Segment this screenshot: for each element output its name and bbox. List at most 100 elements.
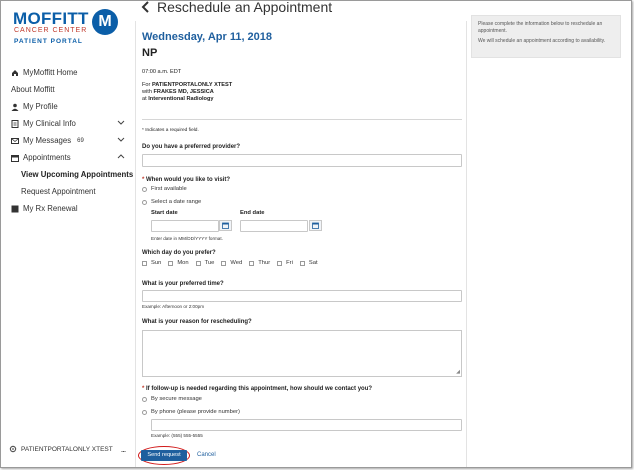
day-checkbox-fri[interactable]: Fri xyxy=(277,260,293,266)
chevron-down-icon[interactable] xyxy=(117,120,125,127)
day-checkbox-sun[interactable]: Sun xyxy=(142,260,161,266)
preferred-time-input[interactable] xyxy=(142,290,462,302)
sidebar-item-label: My Messages xyxy=(23,136,72,145)
date-format-hint: Enter date in MM/DD/YYYY format. xyxy=(151,236,223,241)
phone-example-hint: Example: (555) 555-5555 xyxy=(151,433,203,438)
day-checkbox-mon[interactable]: Mon xyxy=(168,260,189,266)
sidebar-item-messages[interactable]: My Messages 69 xyxy=(1,132,135,149)
envelope-icon xyxy=(11,137,19,145)
sidebar-item-request-appointment[interactable]: Request Appointment xyxy=(1,183,135,200)
reason-textarea[interactable]: ◢ xyxy=(142,330,462,377)
app-window: MOFFITT M CANCER CENTER PATIENT PORTAL M… xyxy=(0,0,632,468)
day-checkbox-tue[interactable]: Tue xyxy=(195,260,214,266)
radio-first-available[interactable]: First available xyxy=(142,186,187,192)
radio-label: By secure message xyxy=(151,396,202,402)
sidebar-item-label: Appointments xyxy=(23,153,71,162)
checkbox[interactable] xyxy=(168,260,174,266)
user-name: PATIENTPORTALONLY XTEST xyxy=(21,445,113,453)
day-checkbox-sat[interactable]: Sat xyxy=(299,260,318,266)
rx-icon xyxy=(11,205,19,213)
day-checkbox-thur[interactable]: Thur xyxy=(249,260,270,266)
page-title: Reschedule an Appointment xyxy=(157,0,333,15)
radio-button[interactable] xyxy=(142,409,147,415)
radio-button[interactable] xyxy=(142,199,147,205)
more-options-icon[interactable]: ... xyxy=(121,444,126,454)
sidebar-item-home[interactable]: MyMoffitt Home xyxy=(1,64,135,81)
radio-date-range[interactable]: Select a date range xyxy=(142,199,201,205)
calendar-icon[interactable] xyxy=(219,220,232,231)
logo-name: MOFFITT xyxy=(13,9,89,28)
sidebar: MOFFITT M CANCER CENTER PATIENT PORTAL M… xyxy=(1,1,135,467)
checkbox[interactable] xyxy=(142,260,147,266)
cancel-link[interactable]: Cancel xyxy=(197,452,216,458)
with-prefix: with xyxy=(142,89,154,95)
start-date-input[interactable] xyxy=(151,220,219,232)
resize-handle-icon[interactable]: ◢ xyxy=(456,370,460,375)
day-preference-label: Which day do you prefer? xyxy=(142,250,216,256)
radio-button[interactable] xyxy=(142,396,147,402)
back-arrow-icon[interactable] xyxy=(141,1,151,16)
sidebar-item-rx-renewal[interactable]: My Rx Renewal xyxy=(1,200,135,217)
sidebar-item-view-upcoming[interactable]: View Upcoming Appointments xyxy=(1,166,135,183)
sidebar-item-label: My Clinical Info xyxy=(23,119,76,128)
sidebar-item-label: My Rx Renewal xyxy=(23,204,78,213)
appointment-date: Wednesday, Apr 11, 2018 xyxy=(142,31,273,43)
logo-badge: M xyxy=(92,9,118,35)
day-label: Sat xyxy=(308,260,318,266)
message-count-badge: 69 xyxy=(77,137,84,144)
sidebar-item-label: Request Appointment xyxy=(21,187,96,196)
contact-label: * If follow-up is needed regarding this … xyxy=(142,386,372,392)
day-label: Wed xyxy=(230,260,243,266)
required-note: * Indicates a required field. xyxy=(142,128,199,133)
user-menu[interactable]: PATIENTPORTALONLY XTEST ... xyxy=(9,444,126,454)
sidebar-item-label: My Profile xyxy=(23,102,58,111)
sidebar-item-label: View Upcoming Appointments xyxy=(21,170,134,179)
moffitt-logo[interactable]: MOFFITT M CANCER CENTER PATIENT PORTAL xyxy=(13,9,123,47)
reason-label: What is your reason for rescheduling? xyxy=(142,319,252,325)
logo-subname: CANCER CENTER xyxy=(14,27,88,34)
user-icon xyxy=(11,103,19,111)
sidebar-item-about[interactable]: About Moffitt xyxy=(1,81,135,98)
sidebar-item-appointments[interactable]: Appointments xyxy=(1,149,135,166)
radio-by-phone[interactable]: By phone (please provide number) xyxy=(142,409,240,415)
checkbox[interactable] xyxy=(195,260,201,266)
checkbox[interactable] xyxy=(249,260,255,266)
info-line-1: Please complete the information below to… xyxy=(478,21,603,34)
logo-portal: PATIENT PORTAL xyxy=(14,38,83,45)
appointment-details: For PATIENTPORTALONLY XTEST with FRAKES … xyxy=(142,82,232,103)
calendar-icon[interactable] xyxy=(309,220,322,231)
patient-name: PATIENTPORTALONLY XTEST xyxy=(151,82,233,88)
day-checkbox-group: Sun Mon Tue Wed Thur Fri Sat xyxy=(142,260,325,266)
preferred-time-label: What is your preferred time? xyxy=(142,281,224,287)
radio-button[interactable] xyxy=(142,186,147,192)
start-date-label: Start date xyxy=(151,210,178,216)
checkbox[interactable] xyxy=(277,260,283,266)
checkbox[interactable] xyxy=(299,260,305,266)
day-label: Fri xyxy=(286,260,293,266)
radio-secure-message[interactable]: By secure message xyxy=(142,396,202,402)
day-label: Mon xyxy=(177,260,189,266)
sidebar-item-clinical-info[interactable]: My Clinical Info xyxy=(1,115,135,132)
time-example-hint: Example: Afternoon or 2:00pm xyxy=(142,304,205,309)
end-date-input[interactable] xyxy=(240,220,308,232)
chevron-down-icon[interactable] xyxy=(117,137,125,144)
location-name: Interventional Radiology xyxy=(148,96,214,102)
preferred-provider-label: Do you have a preferred provider? xyxy=(142,144,241,150)
day-checkbox-wed[interactable]: Wed xyxy=(221,260,242,266)
radio-label: By phone (please provide number) xyxy=(151,409,240,415)
preferred-provider-input[interactable] xyxy=(142,154,462,167)
clipboard-icon xyxy=(11,119,19,128)
sidebar-item-label: MyMoffitt Home xyxy=(23,68,78,77)
phone-input[interactable] xyxy=(151,419,462,431)
checkbox[interactable] xyxy=(221,260,227,266)
divider xyxy=(142,119,462,120)
gear-icon[interactable] xyxy=(9,445,17,453)
send-request-button[interactable]: Send request xyxy=(141,450,187,461)
when-visit-label: * When would you like to visit? xyxy=(142,177,230,183)
end-date-label: End date xyxy=(240,210,265,216)
sidebar-item-profile[interactable]: My Profile xyxy=(1,98,135,115)
radio-label: First available xyxy=(151,186,187,192)
day-label: Thur xyxy=(258,260,271,266)
when-visit-text: When would you like to visit? xyxy=(146,177,231,183)
chevron-up-icon[interactable] xyxy=(117,154,125,161)
